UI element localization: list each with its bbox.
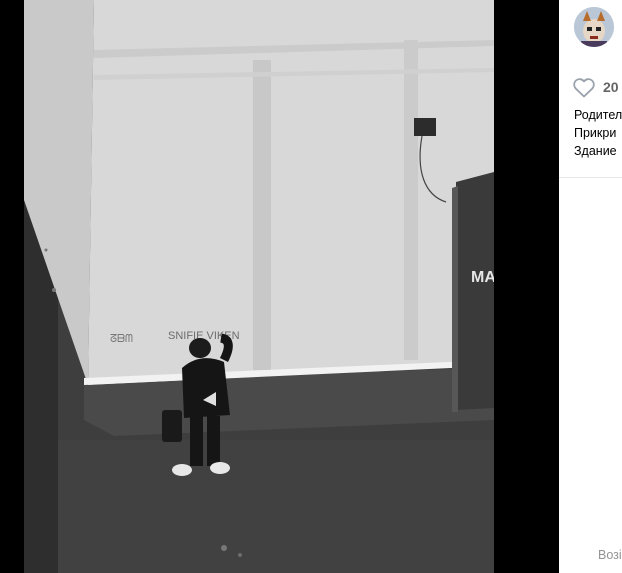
svg-text:ᘔᗷᗰ: ᘔᗷᗰ: [110, 333, 133, 345]
heart-outline-icon: [573, 78, 595, 98]
photo-scene: MA ᘔᗷᗰ SNIFIE VIKEN: [24, 0, 494, 573]
caption-line: Родител: [574, 108, 622, 122]
post-photo[interactable]: MA ᘔᗷᗰ SNIFIE VIKEN: [24, 0, 494, 573]
footer-link[interactable]: Возі: [598, 548, 622, 562]
photo-viewer: MA ᘔᗷᗰ SNIFIE VIKEN: [0, 0, 559, 573]
svg-text:MA: MA: [471, 269, 494, 286]
caption-line: Прикри: [574, 126, 617, 140]
like-button[interactable]: 20: [572, 76, 619, 98]
post-caption: Родител Прикри Здание: [574, 106, 622, 160]
divider: [559, 177, 622, 178]
caption-line: Здание: [574, 144, 617, 158]
avatar-image: [574, 7, 614, 47]
post-side-panel: 20 Родител Прикри Здание Возі: [559, 0, 622, 573]
avatar[interactable]: [574, 7, 614, 47]
like-count: 20: [603, 79, 619, 95]
